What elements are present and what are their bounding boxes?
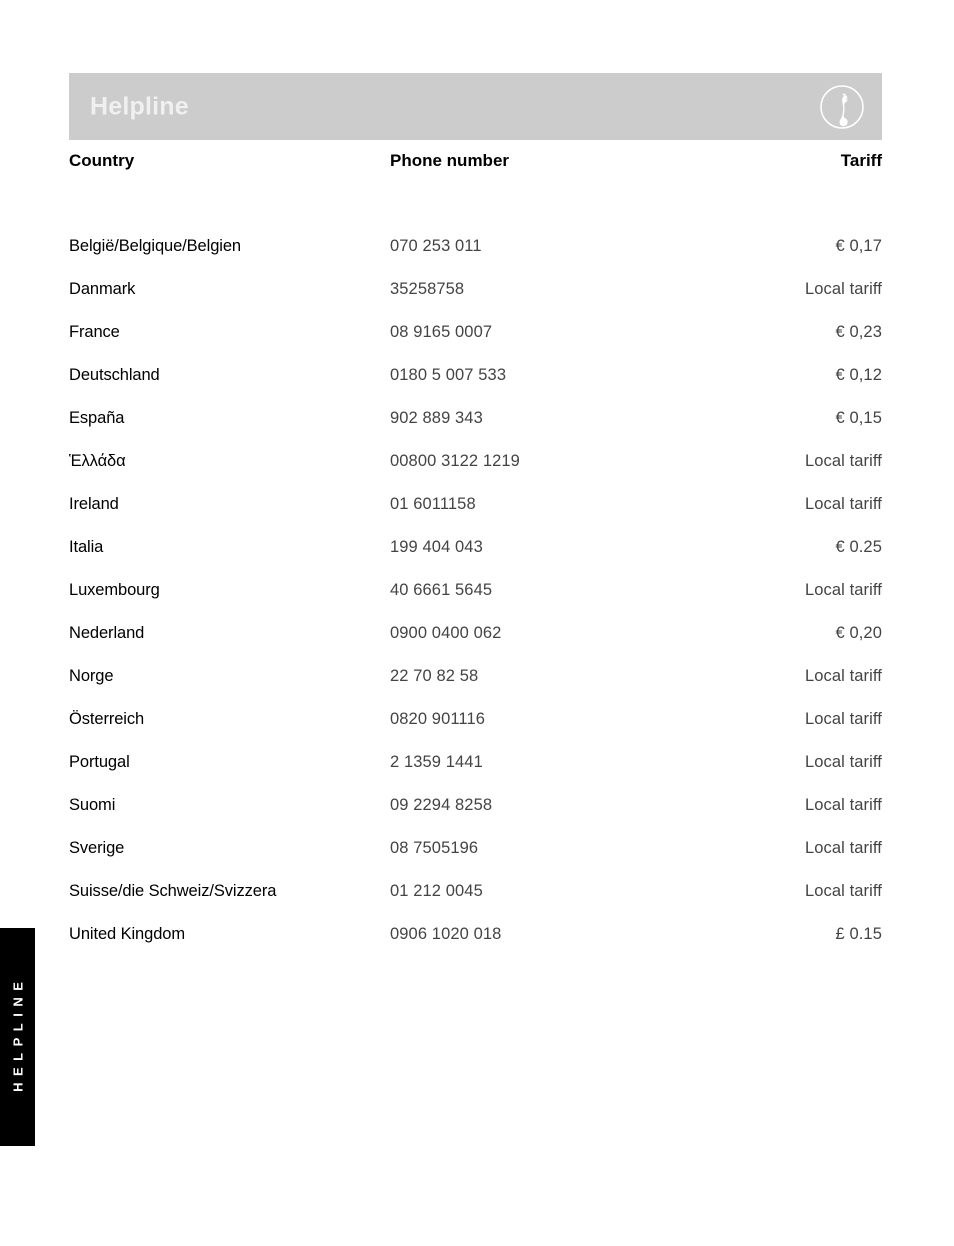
table-row: United Kingdom 0906 1020 018 £ 0.15 [69, 913, 882, 956]
table-row: Italia 199 404 043 € 0.25 [69, 526, 882, 569]
cell-phone-number: 0900 0400 062 [390, 624, 502, 643]
table-row: Ireland 01 6011158 Local tariff [69, 483, 882, 526]
cell-tariff: Local tariff [804, 495, 882, 514]
spacer-cell [69, 182, 390, 225]
section-tab-helpline: HELPLINE [0, 928, 35, 1146]
table-row: Österreich 0820 901116 Local tariff [69, 698, 882, 741]
page-title: Helpline [90, 92, 189, 120]
cell-tariff: Local tariff [804, 753, 882, 772]
cell-country: Ἑλλάδα [69, 452, 126, 471]
cell-phone-number: 35258758 [390, 280, 465, 299]
table-header-row: Country Phone number Tariff [69, 140, 882, 182]
cell-tariff: Local tariff [804, 280, 882, 299]
table-row: France 08 9165 0007 € 0,23 [69, 311, 882, 354]
cell-country: Österreich [69, 710, 145, 729]
cell-country: Italia [69, 538, 104, 557]
table-row: Luxembourg 40 6661 5645 Local tariff [69, 569, 882, 612]
cell-tariff: € 0,12 [835, 366, 882, 385]
table-row: België/Belgique/Belgien 070 253 011 € 0,… [69, 225, 882, 268]
cell-country: Ireland [69, 495, 119, 514]
cell-tariff: Local tariff [804, 796, 882, 815]
cell-phone-number: 0180 5 007 533 [390, 366, 507, 385]
cell-country: Deutschland [69, 366, 160, 385]
cell-phone-number: 2 1359 1441 [390, 753, 483, 772]
cell-phone-number: 22 70 82 58 [390, 667, 479, 686]
cell-phone-number: 199 404 043 [390, 538, 483, 557]
table-row: Nederland 0900 0400 062 € 0,20 [69, 612, 882, 655]
cell-phone-number: 00800 3122 1219 [390, 452, 520, 471]
cell-phone-number: 08 9165 0007 [390, 323, 493, 342]
table-spacer-row [69, 182, 882, 225]
column-header-phone-number: Phone number [390, 151, 510, 170]
table-row: Suomi 09 2294 8258 Local tariff [69, 784, 882, 827]
cell-country: Nederland [69, 624, 145, 643]
cell-country: España [69, 409, 125, 428]
cell-country: United Kingdom [69, 925, 186, 944]
column-header-country: Country [69, 151, 135, 170]
cell-tariff: € 0.25 [835, 538, 882, 557]
cell-country: France [69, 323, 120, 342]
cell-phone-number: 0906 1020 018 [390, 925, 502, 944]
cell-phone-number: 01 6011158 [390, 495, 476, 514]
page-content: Helpline Country Phone number Tariff Bel… [69, 0, 882, 956]
cell-phone-number: 08 7505196 [390, 839, 479, 858]
table-row: Danmark 35258758 Local tariff [69, 268, 882, 311]
cell-tariff: Local tariff [804, 667, 882, 686]
helpline-banner: Helpline [69, 73, 882, 140]
cell-tariff: € 0,23 [835, 323, 882, 342]
cell-tariff: Local tariff [804, 452, 882, 471]
table-row: Ἑλλάδα 00800 3122 1219 Local tariff [69, 440, 882, 483]
cell-phone-number: 070 253 011 [390, 237, 482, 256]
cell-country: Luxembourg [69, 581, 160, 600]
cell-country: Danmark [69, 280, 136, 299]
cell-tariff: Local tariff [804, 882, 882, 901]
cell-tariff: Local tariff [804, 710, 882, 729]
spacer-cell [390, 182, 727, 225]
cell-country: Suomi [69, 796, 116, 815]
table-row: Sverige 08 7505196 Local tariff [69, 827, 882, 870]
cell-phone-number: 09 2294 8258 [390, 796, 493, 815]
cell-tariff: € 0,20 [835, 624, 882, 643]
cell-country: Norge [69, 667, 114, 686]
cell-tariff: € 0,15 [835, 409, 882, 428]
telephone-handset-icon [818, 83, 866, 131]
cell-phone-number: 0820 901116 [390, 710, 486, 729]
cell-tariff: £ 0.15 [835, 925, 882, 944]
cell-tariff: € 0,17 [835, 237, 882, 256]
cell-tariff: Local tariff [804, 839, 882, 858]
cell-country: Sverige [69, 839, 125, 858]
table-body: België/Belgique/Belgien 070 253 011 € 0,… [69, 182, 882, 956]
spacer-cell [727, 182, 882, 225]
cell-phone-number: 902 889 343 [390, 409, 483, 428]
helpline-table: Country Phone number Tariff België/Belgi… [69, 140, 882, 956]
cell-country: België/Belgique/Belgien [69, 237, 241, 256]
section-tab-label: HELPLINE [10, 975, 25, 1092]
cell-country: Suisse/die Schweiz/Svizzera [69, 882, 277, 901]
cell-country: Portugal [69, 753, 130, 772]
cell-phone-number: 01 212 0045 [390, 882, 483, 901]
table-row: Norge 22 70 82 58 Local tariff [69, 655, 882, 698]
table-row: España 902 889 343 € 0,15 [69, 397, 882, 440]
column-header-tariff: Tariff [840, 151, 882, 170]
cell-tariff: Local tariff [804, 581, 882, 600]
cell-phone-number: 40 6661 5645 [390, 581, 493, 600]
table-row: Suisse/die Schweiz/Svizzera 01 212 0045 … [69, 870, 882, 913]
table-row: Deutschland 0180 5 007 533 € 0,12 [69, 354, 882, 397]
table-row: Portugal 2 1359 1441 Local tariff [69, 741, 882, 784]
